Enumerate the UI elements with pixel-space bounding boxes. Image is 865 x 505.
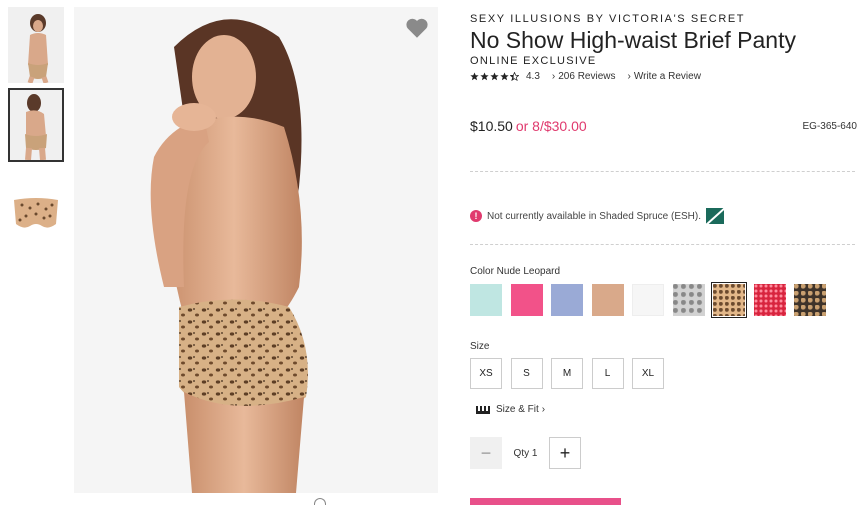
product-title: No Show High-waist Brief Panty: [470, 27, 796, 53]
thumbnail-back-image: [10, 90, 62, 160]
size-fit-label: Size & Fit: [496, 404, 539, 415]
heart-icon[interactable]: [404, 15, 430, 41]
brand-name: SEXY ILLUSIONS BY VICTORIA'S SECRET: [470, 13, 746, 25]
swatch-grey-leopard[interactable]: [672, 284, 705, 316]
qty-decrease-button[interactable]: −: [470, 437, 502, 469]
reviews-count: 206 Reviews: [558, 71, 616, 82]
size-xl[interactable]: XL: [632, 358, 664, 389]
unavailable-color-swatch: [706, 208, 724, 224]
star-icon: [490, 72, 499, 81]
qty-label: Qty: [513, 447, 530, 459]
star-icon: [480, 72, 489, 81]
thumbnail-back[interactable]: [8, 88, 64, 162]
star-half-icon: [510, 72, 519, 81]
swatch-white[interactable]: [632, 284, 664, 316]
size-options: XS S M L XL: [470, 358, 673, 389]
price-multibuy: or 8/$30.00: [515, 118, 587, 134]
chevron-right-icon: ›: [551, 71, 556, 82]
thumbnail-product-image: [8, 178, 64, 254]
swatch-nude[interactable]: [591, 284, 624, 316]
write-review-link[interactable]: › Write a Review: [628, 71, 701, 82]
availability-notice: ! Not currently available in Shaded Spru…: [470, 208, 724, 224]
swatch-aqua[interactable]: [470, 284, 502, 316]
chevron-right-icon: ›: [627, 71, 631, 82]
price-row: $10.50 or 8/$30.00 EG-365-640: [470, 118, 857, 134]
add-to-bag-button[interactable]: [470, 498, 621, 505]
color-swatches: [470, 282, 835, 318]
size-label: Size: [470, 341, 490, 352]
qty-display: Qty 1: [502, 448, 549, 459]
sku: EG-365-640: [802, 120, 857, 132]
availability-text: Not currently available in Shaded Spruce…: [487, 210, 701, 222]
price-main: $10.50: [470, 118, 513, 134]
quantity-stepper: − Qty 1 +: [470, 437, 581, 469]
divider: [470, 171, 855, 172]
swatch-nude-leopard[interactable]: [711, 282, 747, 318]
swatch-pink[interactable]: [510, 284, 543, 316]
write-review-label: Write a Review: [633, 71, 701, 82]
size-xs[interactable]: XS: [470, 358, 502, 389]
rating-value: 4.3: [526, 71, 540, 82]
exclamation-icon: !: [470, 210, 482, 222]
model-photo: [74, 7, 438, 493]
qty-value: 1: [531, 447, 538, 459]
chevron-right-icon: ›: [541, 404, 546, 415]
main-product-image[interactable]: [74, 7, 438, 493]
star-icon: [500, 72, 509, 81]
image-scroll-indicator[interactable]: [314, 498, 326, 505]
reviews-link[interactable]: › 206 Reviews: [552, 71, 616, 82]
divider: [470, 244, 855, 245]
swatch-periwinkle[interactable]: [551, 284, 583, 316]
thumbnail-front[interactable]: [8, 7, 64, 83]
qty-increase-button[interactable]: +: [549, 437, 581, 469]
swatch-dark-leopard[interactable]: [794, 284, 826, 316]
thumbnail-front-image: [8, 7, 64, 83]
color-label: Color Nude Leopard: [470, 266, 561, 277]
online-exclusive-label: ONLINE EXCLUSIVE: [470, 55, 597, 67]
swatch-red-lace[interactable]: [753, 284, 786, 316]
thumbnail-product[interactable]: [8, 178, 64, 254]
size-s[interactable]: S: [510, 358, 543, 389]
size-m[interactable]: M: [551, 358, 583, 389]
price: $10.50 or 8/$30.00: [470, 118, 587, 134]
star-rating: [470, 72, 520, 81]
size-l[interactable]: L: [591, 358, 624, 389]
star-icon: [470, 72, 479, 81]
ruler-icon: [476, 405, 490, 414]
rating-row: 4.3 › 206 Reviews › Write a Review: [470, 71, 701, 82]
size-fit-link[interactable]: Size & Fit ›: [476, 404, 545, 415]
